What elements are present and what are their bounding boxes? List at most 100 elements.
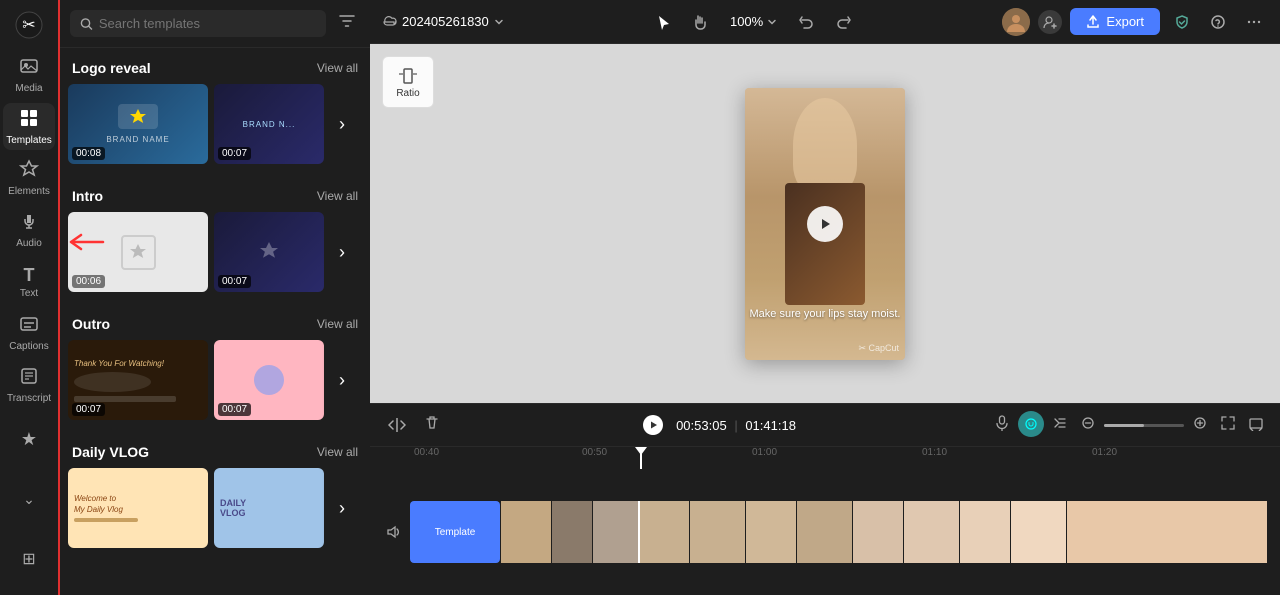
video-clip-9[interactable] [904,501,959,563]
template-duration-logo-2: 00:07 [218,147,251,160]
mic-button[interactable] [990,411,1014,440]
redo-button[interactable] [829,8,857,36]
zoom-in-button[interactable] [1188,411,1212,440]
zoom-out-button[interactable] [1076,411,1100,440]
sidebar-item-elements[interactable]: Elements [3,154,55,202]
fit-button[interactable] [1216,411,1240,440]
view-all-outro[interactable]: View all [317,317,358,331]
audio-icon [19,211,39,236]
template-thumb-vlog-2[interactable]: DAILYVLOG [214,468,324,548]
zoom-in-icon [1192,415,1208,431]
template-thumb-outro-1[interactable]: Thank You For Watching! 00:07 [68,340,208,420]
template-thumb-intro-1[interactable]: 00:06 [68,212,208,292]
section-header-daily-vlog: Daily VLOG View all [68,432,362,468]
video-clip-5[interactable] [690,501,745,563]
zoom-slider[interactable] [1104,411,1184,440]
playhead-ruler [640,447,642,469]
view-all-logo-reveal[interactable]: View all [317,61,358,75]
template-thumb-outro-2[interactable]: 00:07 [214,340,324,420]
video-clip-2[interactable] [552,501,592,563]
video-clip-3[interactable] [593,501,638,563]
more-icon [1246,14,1262,30]
templates-panel: Logo reveal View all BRAND NAME 00:08 BR… [60,0,370,595]
split-clip-button[interactable] [1048,411,1072,440]
volume-control[interactable] [378,524,410,540]
template-row-logo-reveal: BRAND NAME 00:08 BRAND N... 00:07 › [68,84,362,164]
filter-icon [338,12,356,30]
filter-button[interactable] [334,8,360,39]
more-logo-reveal[interactable]: › [322,84,362,164]
zoom-selector[interactable]: 100% [722,10,785,33]
help-button[interactable] [1204,8,1232,36]
top-bar: 202405261830 100% [370,0,1280,44]
templates-icon [19,108,39,133]
split-button[interactable] [382,410,412,440]
more-intro[interactable]: › [322,212,362,292]
more-button[interactable] [1240,8,1268,36]
project-name[interactable]: 202405261830 [382,14,505,30]
template-clip[interactable]: Template [410,501,500,563]
undo-button[interactable] [793,8,821,36]
template-thumb-vlog-1[interactable]: Welcome toMy Daily Vlog [68,468,208,548]
star-icon: ★ [21,429,37,450]
ruler-mark-1: 00:50 [582,447,607,458]
ai-button[interactable] [1018,411,1044,437]
hand-icon [692,14,708,30]
video-clip-1[interactable] [501,501,551,563]
more-outro[interactable]: › [322,340,362,420]
user-avatar[interactable] [1002,8,1030,36]
template-row-outro: Thank You For Watching! 00:07 00:07 › [68,340,362,420]
sidebar-item-captions[interactable]: Captions [3,310,55,358]
view-all-intro[interactable]: View all [317,189,358,203]
video-clip-12[interactable] [1067,501,1267,563]
sidebar-item-storyboard[interactable]: ⊞ [3,533,55,585]
play-pause-button[interactable] [638,410,668,440]
shield-button[interactable] [1168,8,1196,36]
template-thumb-intro-2[interactable]: 00:07 [214,212,324,292]
templates-content: Logo reveal View all BRAND NAME 00:08 BR… [60,48,370,560]
fullscreen-button[interactable] [1244,411,1268,440]
sidebar-item-media[interactable]: Media [3,51,55,99]
play-icon [818,217,832,231]
sidebar-item-text[interactable]: T Text [3,258,55,306]
hand-tool-button[interactable] [686,8,714,36]
video-clip-11[interactable] [1011,501,1066,563]
search-wrapper[interactable] [70,10,326,37]
grid-icon: ⊞ [22,549,35,569]
elements-icon [19,159,39,184]
sidebar-item-audio[interactable]: Audio [3,206,55,254]
help-icon [1210,14,1226,30]
video-clip-10[interactable] [960,501,1010,563]
sidebar-item-collapse[interactable]: ⌄ [3,473,55,525]
timeline-area: 00:53:05 | 01:41:18 [370,403,1280,595]
ratio-button[interactable]: Ratio [382,56,434,108]
time-display: 00:53:05 | 01:41:18 [676,418,796,433]
sidebar-bottom: ★ ⌄ ⊞ [3,411,55,587]
sidebar-item-label-audio: Audio [16,238,42,249]
more-daily-vlog[interactable]: › [322,468,362,548]
section-title-intro: Intro [72,188,103,204]
ruler-mark-4: 01:20 [1092,447,1117,458]
video-clip-8[interactable] [853,501,903,563]
sidebar-item-transcript[interactable]: Transcript [3,361,55,409]
video-clip-4[interactable] [639,501,689,563]
play-pause-icon [642,414,664,436]
export-button[interactable]: Export [1070,8,1160,35]
template-thumb-logo-1[interactable]: BRAND NAME 00:08 [68,84,208,164]
video-clip-7[interactable] [797,501,852,563]
add-account-button[interactable] [1038,10,1062,34]
delete-button[interactable] [420,411,444,440]
sidebar-item-templates[interactable]: Templates [3,103,55,151]
sidebar-item-star[interactable]: ★ [3,413,55,465]
view-all-daily-vlog[interactable]: View all [317,445,358,459]
template-thumb-logo-2[interactable]: BRAND N... 00:07 [214,84,324,164]
cursor-tool-button[interactable] [650,8,678,36]
video-clip-6[interactable] [746,501,796,563]
search-input[interactable] [99,16,316,31]
sidebar-item-label-captions: Captions [9,341,48,352]
app-logo[interactable]: ✂ [11,8,47,41]
video-play-button[interactable] [807,206,843,242]
sidebar-item-label-templates: Templates [6,135,52,146]
timeline-track-area: Template [370,469,1280,595]
sidebar-item-label-elements: Elements [8,186,50,197]
